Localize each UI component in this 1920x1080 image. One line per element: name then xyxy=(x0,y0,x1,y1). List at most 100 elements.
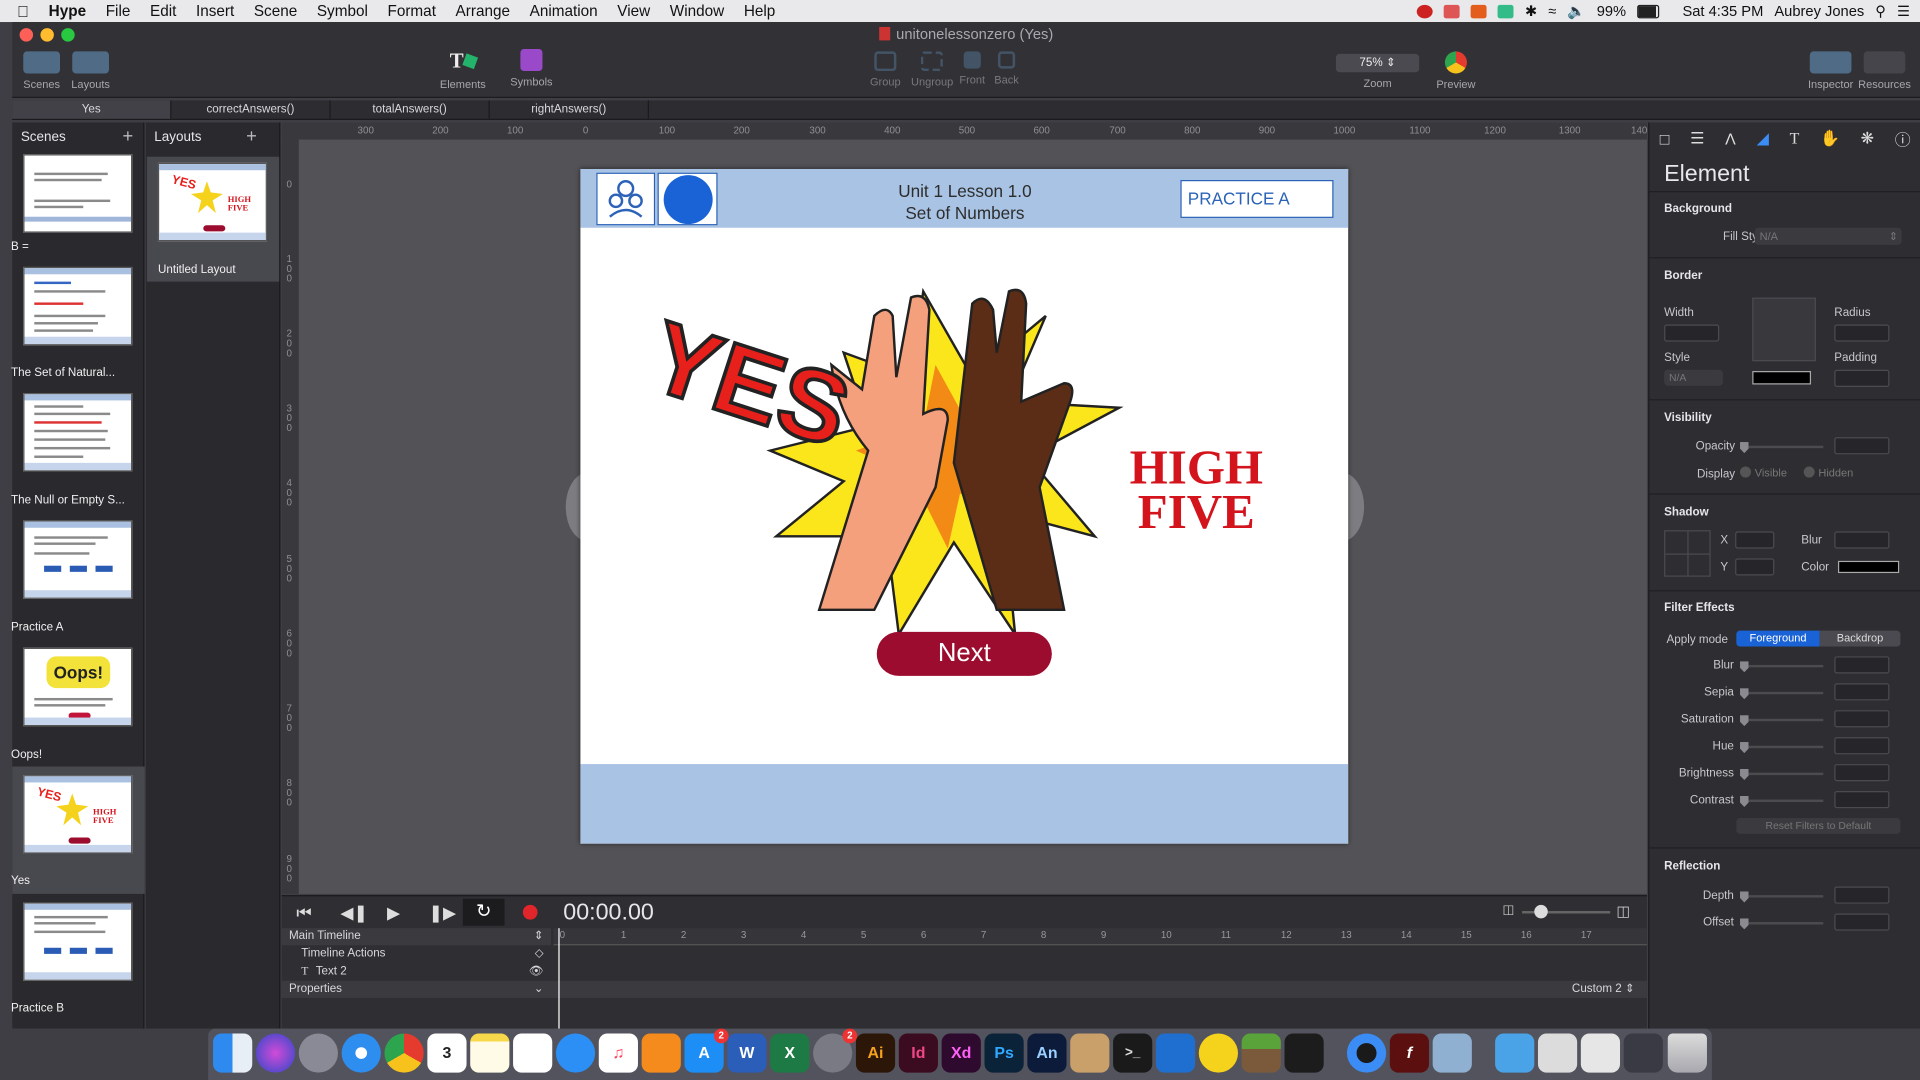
menu-file[interactable]: File xyxy=(96,2,140,19)
trash-icon[interactable] xyxy=(1667,1033,1707,1073)
downloads-folder-icon[interactable] xyxy=(1495,1033,1535,1073)
practice-badge[interactable]: PRACTICE A xyxy=(1180,180,1334,218)
backdrop-mode-button[interactable]: Backdrop xyxy=(1819,630,1901,647)
illustrator-icon[interactable]: Ai xyxy=(855,1033,896,1073)
filter-blur-slider[interactable] xyxy=(1740,661,1824,673)
scene-label-oops[interactable]: Oops! xyxy=(11,748,129,761)
tab-total-answers[interactable]: totalAnswers() xyxy=(331,100,490,119)
minecraft-icon[interactable] xyxy=(1241,1033,1281,1073)
filter-contrast-slider[interactable] xyxy=(1740,795,1824,807)
scene-thumb-oops[interactable]: Oops! xyxy=(23,647,133,727)
preview-app-icon[interactable] xyxy=(1432,1033,1472,1073)
calendar-icon[interactable]: 3 xyxy=(427,1033,467,1073)
padding-field[interactable] xyxy=(1834,369,1890,387)
filter-sepia-field[interactable] xyxy=(1834,683,1890,701)
reminders-icon[interactable] xyxy=(513,1033,553,1073)
menu-user[interactable]: Aubrey Jones xyxy=(1774,2,1864,19)
scene-thumb-natural[interactable] xyxy=(23,266,133,346)
visibility-eye-icon[interactable]: 👁 xyxy=(529,964,544,981)
reflection-offset-slider[interactable] xyxy=(1740,918,1824,930)
volume-icon[interactable]: 🔈 xyxy=(1567,2,1585,19)
notes-icon[interactable] xyxy=(470,1033,510,1073)
filter-brightness-slider[interactable] xyxy=(1740,768,1824,781)
border-style-select[interactable]: N/A xyxy=(1664,369,1723,386)
menu-app-name[interactable]: Hype xyxy=(39,2,96,19)
timeline-selector-icon[interactable]: ⇕ xyxy=(534,928,544,945)
group-button[interactable]: Group xyxy=(867,51,904,88)
preview-button[interactable]: Preview xyxy=(1430,51,1481,91)
play-button[interactable]: ▶ xyxy=(387,902,400,923)
border-color-well[interactable] xyxy=(1752,371,1812,385)
menu-scene[interactable]: Scene xyxy=(244,2,307,19)
indesign-icon[interactable]: Id xyxy=(898,1033,938,1073)
filter-hue-field[interactable] xyxy=(1834,737,1890,755)
scene-label-b[interactable]: B = xyxy=(11,240,129,253)
element-inspector-icon[interactable]: ◢ xyxy=(1757,129,1769,149)
launchpad-icon[interactable] xyxy=(298,1033,338,1073)
system-preferences-icon[interactable]: 2 xyxy=(813,1028,858,1073)
layer-row-text2[interactable]: T Text 2 👁 xyxy=(282,964,551,981)
metrics-inspector-icon[interactable]: Λ xyxy=(1725,129,1736,147)
menu-clock[interactable]: Sat 4:35 PM xyxy=(1682,2,1763,19)
zoom-control[interactable]: 75% ⇕ Zoom xyxy=(1335,53,1421,89)
scene-label-practice-b[interactable]: Practice B xyxy=(11,1002,129,1015)
border-radius-field[interactable] xyxy=(1834,324,1890,342)
opacity-field[interactable] xyxy=(1834,437,1890,455)
shadow-offset-grid[interactable] xyxy=(1664,530,1711,577)
music-icon[interactable]: ♫ xyxy=(598,1033,638,1073)
zoom-in-timeline-icon[interactable]: ◫ xyxy=(1616,902,1630,919)
tab-right-answers[interactable]: rightAnswers() xyxy=(490,100,649,119)
properties-row[interactable]: Properties ⌄ Custom 2 ⇕ xyxy=(281,980,1647,998)
terminal-icon[interactable]: >_ xyxy=(1113,1033,1153,1073)
timeline-zoom-slider[interactable] xyxy=(1522,904,1611,919)
filter-saturation-field[interactable] xyxy=(1834,710,1890,728)
cyberduck-icon[interactable] xyxy=(1198,1033,1238,1073)
reflection-offset-field[interactable] xyxy=(1834,913,1890,931)
elements-button[interactable]: T Elements xyxy=(436,49,490,91)
filter-contrast-field[interactable] xyxy=(1834,791,1890,809)
hype-icon[interactable] xyxy=(1070,1033,1110,1073)
menu-arrange[interactable]: Arrange xyxy=(446,2,520,19)
timeline-actions-row[interactable]: Timeline Actions ◇ xyxy=(282,945,551,962)
chrome-apps-folder-icon[interactable] xyxy=(1537,1033,1578,1073)
blue-circle-button[interactable] xyxy=(657,172,718,226)
filter-sepia-slider[interactable] xyxy=(1740,688,1824,700)
safari-icon[interactable] xyxy=(341,1033,381,1073)
apple-menu-icon[interactable]:  xyxy=(0,2,39,20)
animate-doc-icon[interactable] xyxy=(1623,1033,1663,1073)
hidden-radio[interactable]: Hidden xyxy=(1803,466,1853,479)
scene-label-null[interactable]: The Null or Empty S... xyxy=(11,493,129,506)
record-button[interactable] xyxy=(522,904,538,920)
playhead[interactable] xyxy=(558,928,560,1029)
figma-icon[interactable] xyxy=(1284,1033,1324,1073)
photoshop-icon[interactable]: Ps xyxy=(984,1033,1024,1073)
messages-icon[interactable] xyxy=(555,1033,596,1073)
creative-cloud-icon[interactable] xyxy=(1417,4,1434,18)
dropbox-icon[interactable] xyxy=(1444,4,1461,18)
office-icon[interactable] xyxy=(1471,4,1487,18)
properties-chevron-icon[interactable]: ⌄ xyxy=(534,981,544,998)
back-button[interactable]: Back xyxy=(989,51,1023,86)
go-to-start-button[interactable]: ⏮ xyxy=(296,902,311,923)
battery-icon[interactable] xyxy=(1637,4,1660,18)
layout-label-untitled[interactable]: Untitled Layout xyxy=(158,263,276,276)
symbols-button[interactable]: Symbols xyxy=(504,48,558,88)
actions-inspector-icon[interactable]: ✋ xyxy=(1820,129,1840,149)
layout-thumb-untitled[interactable]: YES HIGH FIVE xyxy=(157,162,267,242)
opacity-slider[interactable] xyxy=(1740,442,1824,454)
menu-window[interactable]: Window xyxy=(660,2,734,19)
filter-hue-slider[interactable] xyxy=(1740,742,1824,754)
reflection-depth-field[interactable] xyxy=(1834,886,1890,904)
google-drive-icon[interactable] xyxy=(1498,4,1514,18)
visible-radio[interactable]: Visible xyxy=(1740,466,1787,479)
vscode-icon[interactable] xyxy=(1155,1033,1196,1073)
flash-player-icon[interactable]: f xyxy=(1389,1033,1429,1073)
step-forward-button[interactable]: ❚▶ xyxy=(429,902,457,923)
shadow-x-field[interactable] xyxy=(1735,531,1775,549)
scene-thumb-practice-a[interactable] xyxy=(23,520,133,599)
menu-edit[interactable]: Edit xyxy=(140,2,186,19)
scene-label-practice-a[interactable]: Practice A xyxy=(11,621,129,634)
text-inspector-icon[interactable]: T xyxy=(1790,129,1800,149)
scene-thumb-null[interactable] xyxy=(23,393,133,472)
reset-filters-button[interactable]: Reset Filters to Default xyxy=(1736,817,1901,834)
